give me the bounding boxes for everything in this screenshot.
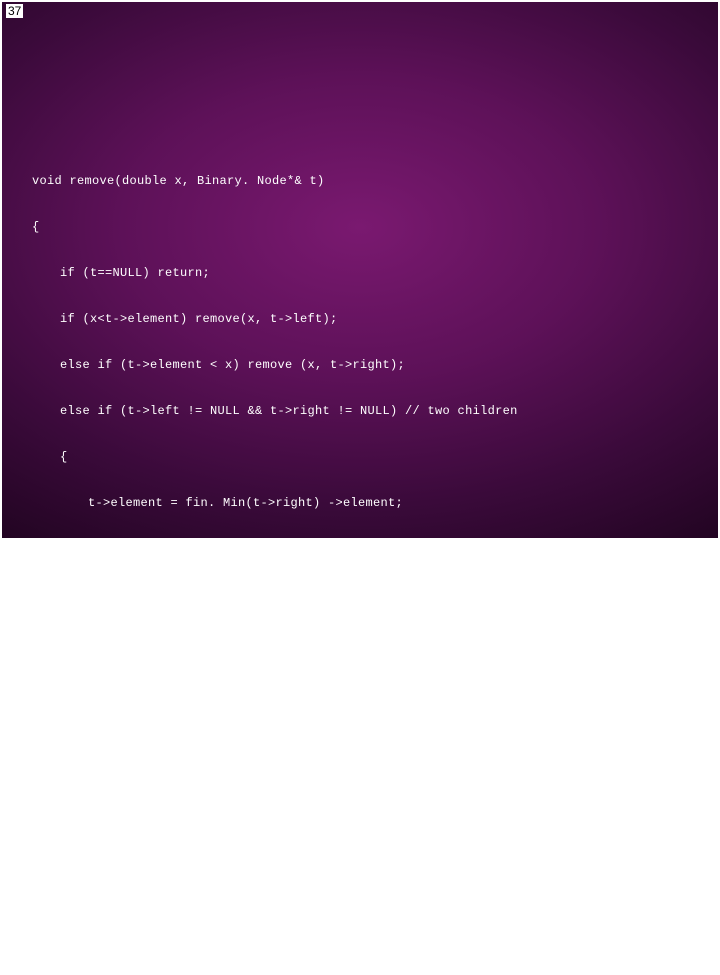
- code-line: {: [32, 446, 518, 469]
- code-line: else if (t->element < x) remove (x, t->r…: [32, 354, 518, 377]
- code-line: {: [32, 216, 518, 239]
- code-line: else if (t->left != NULL && t->right != …: [32, 400, 518, 423]
- code-line: t->element = fin. Min(t->right) ->elemen…: [32, 492, 518, 515]
- code-line: else: [32, 630, 518, 653]
- code-line: if (t==NULL) return;: [32, 262, 518, 285]
- code-line: }: [32, 906, 518, 929]
- slide-background: void remove(double x, Binary. Node*& t) …: [2, 2, 718, 538]
- code-line: t = (t->left != NULL) ? t->left : t->rig…: [32, 768, 518, 791]
- code-line: }: [32, 860, 518, 883]
- code-line: remove(t->element, t->right);: [32, 538, 518, 561]
- code-line: Binarynode* old. Node = t;: [32, 722, 518, 745]
- code-line: {: [32, 676, 518, 699]
- code-block: void remove(double x, Binary. Node*& t) …: [32, 147, 518, 975]
- code-line: }: [32, 584, 518, 607]
- page-number: 37: [6, 4, 23, 18]
- code-line: delete old. Node;: [32, 814, 518, 837]
- code-line: if (x<t->element) remove(x, t->left);: [32, 308, 518, 331]
- code-line: void remove(double x, Binary. Node*& t): [32, 170, 518, 193]
